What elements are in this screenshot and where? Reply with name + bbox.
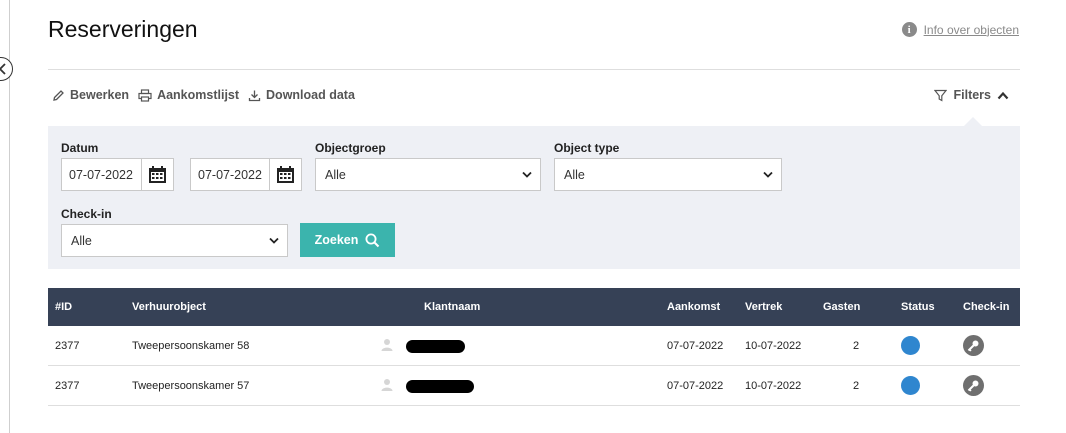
checkin-label: Check-in [61,207,112,221]
download-label: Download data [266,88,355,102]
col-customer[interactable]: Klantnaam [424,301,480,313]
row-guests: 2 [853,380,860,392]
key-icon [967,340,979,352]
title-divider [48,69,1020,70]
key-icon [967,380,979,392]
col-arrival[interactable]: Aankomst [667,301,720,313]
calendar-icon [149,166,166,183]
edit-label: Bewerken [70,88,130,102]
collapse-left-icon [0,63,6,75]
download-icon [248,90,261,101]
table-header: #ID Verhuurobject Klantnaam Aankomst Ver… [48,288,1020,326]
person-icon [381,379,393,391]
date-to-calendar-button[interactable] [269,159,301,190]
col-checkin[interactable]: Check-in [963,301,1009,313]
edit-button[interactable]: Bewerken [52,88,129,102]
checkin-button[interactable] [963,375,984,396]
redacted-customer-name [406,380,474,393]
chevron-down-icon [763,171,773,178]
chevron-up-icon [997,91,1009,99]
objecttype-label: Object type [554,141,620,155]
printer-icon [138,88,152,102]
row-departure: 10-07-2022 [745,340,802,352]
checkin-select[interactable]: Alle [61,224,288,257]
row-departure: 10-07-2022 [745,380,802,392]
objectgroup-value: Alle [325,167,346,182]
search-button[interactable]: Zoeken [300,223,395,257]
status-indicator [901,336,920,355]
panel-notch [963,117,983,127]
calendar-icon [277,166,294,183]
date-from-value[interactable]: 07-07-2022 [62,159,141,190]
date-to-value[interactable]: 07-07-2022 [191,159,269,190]
date-from-field[interactable]: 07-07-2022 [61,158,174,191]
person-icon [381,339,393,351]
status-indicator [901,376,920,395]
checkin-value: Alle [71,233,92,248]
row-arrival: 07-07-2022 [667,380,724,392]
page-title: Reserveringen [48,16,198,42]
info-link[interactable]: i Info over objecten [901,22,1019,37]
col-status[interactable]: Status [901,301,935,313]
checkin-button[interactable] [963,335,984,356]
chevron-down-icon [522,171,532,178]
redacted-customer-name [406,340,465,353]
search-button-label: Zoeken [314,233,359,247]
col-guests[interactable]: Gasten [823,301,860,313]
search-icon [365,233,380,247]
arrivals-label: Aankomstlijst [157,88,240,102]
row-id: 2377 [55,380,80,392]
date-label: Datum [61,141,99,155]
row-guests: 2 [853,340,860,352]
date-from-calendar-button[interactable] [141,159,173,190]
table-row[interactable]: 2377 Tweepersoonskamer 57 07-07-2022 10-… [48,366,1020,406]
chevron-down-icon [269,237,279,244]
info-link-label[interactable]: Info over objecten [924,23,1019,37]
filter-icon [934,89,948,102]
row-object: Tweepersoonskamer 58 [132,340,250,352]
row-arrival: 07-07-2022 [667,340,724,352]
filter-panel: Datum 07-07-2022 07-07-2022 Objectgroep … [48,117,1020,269]
row-object: Tweepersoonskamer 57 [132,380,250,392]
objectgroup-label: Objectgroep [315,141,386,155]
col-object[interactable]: Verhuurobject [132,301,206,313]
toolbar: Bewerken Aankomstlijst Download data [52,88,355,102]
download-button[interactable]: Download data [248,88,355,102]
reservations-table: #ID Verhuurobject Klantnaam Aankomst Ver… [48,288,1020,406]
collapse-sidebar-button[interactable] [0,57,13,81]
filters-toggle[interactable]: Filters [934,88,1009,102]
objecttype-select[interactable]: Alle [554,158,782,191]
objecttype-value: Alle [564,167,585,182]
col-departure[interactable]: Vertrek [745,301,782,313]
date-to-field[interactable]: 07-07-2022 [190,158,302,191]
arrivals-button[interactable]: Aankomstlijst [138,88,239,102]
table-row[interactable]: 2377 Tweepersoonskamer 58 07-07-2022 10-… [48,326,1020,366]
objectgroup-select[interactable]: Alle [315,158,541,191]
filters-label: Filters [953,88,991,102]
pencil-icon [53,89,64,101]
info-icon: i [901,22,917,37]
col-id[interactable]: #ID [55,301,72,313]
row-id: 2377 [55,340,80,352]
